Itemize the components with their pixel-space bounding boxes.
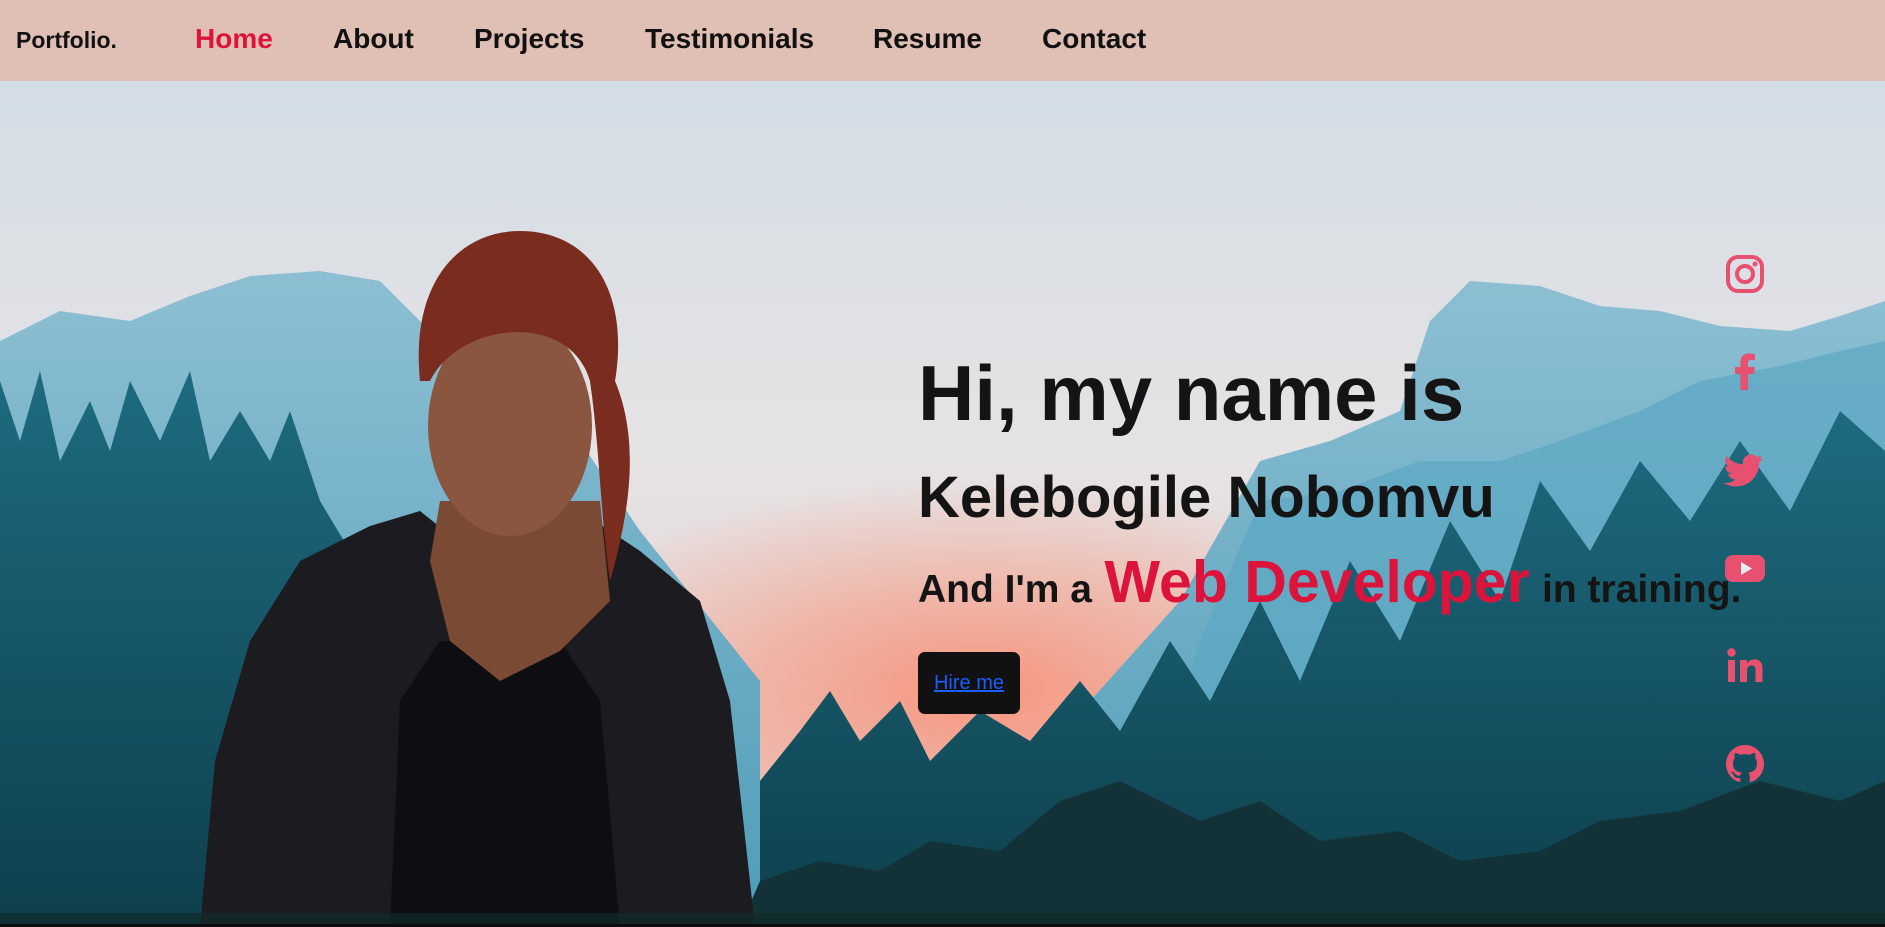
role-title: Web Developer (1104, 549, 1530, 615)
role-prefix: And I'm a (918, 568, 1092, 611)
site-logo[interactable]: Portfolio. (16, 27, 117, 54)
youtube-icon[interactable] (1723, 546, 1767, 590)
linkedin-icon[interactable] (1723, 644, 1767, 688)
nav-testimonials[interactable]: Testimonials (645, 23, 814, 55)
nav-projects[interactable]: Projects (474, 23, 585, 55)
hero-role-line: And I'm a Web Developer in training. (918, 548, 1741, 616)
github-icon[interactable] (1723, 742, 1767, 786)
nav-home[interactable]: Home (195, 23, 273, 55)
hero-name: Kelebogile Nobomvu (918, 465, 1495, 530)
instagram-icon[interactable] (1723, 252, 1767, 296)
nav-resume[interactable]: Resume (873, 23, 982, 55)
nav-contact[interactable]: Contact (1042, 23, 1146, 55)
facebook-icon[interactable] (1723, 350, 1767, 394)
hero-greeting: Hi, my name is (918, 349, 1465, 437)
role-suffix: in training. (1542, 568, 1742, 611)
hire-me-button[interactable]: Hire me (918, 652, 1020, 714)
top-navbar: Portfolio. Home About Projects Testimoni… (0, 0, 1885, 81)
twitter-icon[interactable] (1723, 448, 1767, 492)
hire-me-link[interactable]: Hire me (934, 672, 1004, 695)
nav-about[interactable]: About (333, 23, 414, 55)
